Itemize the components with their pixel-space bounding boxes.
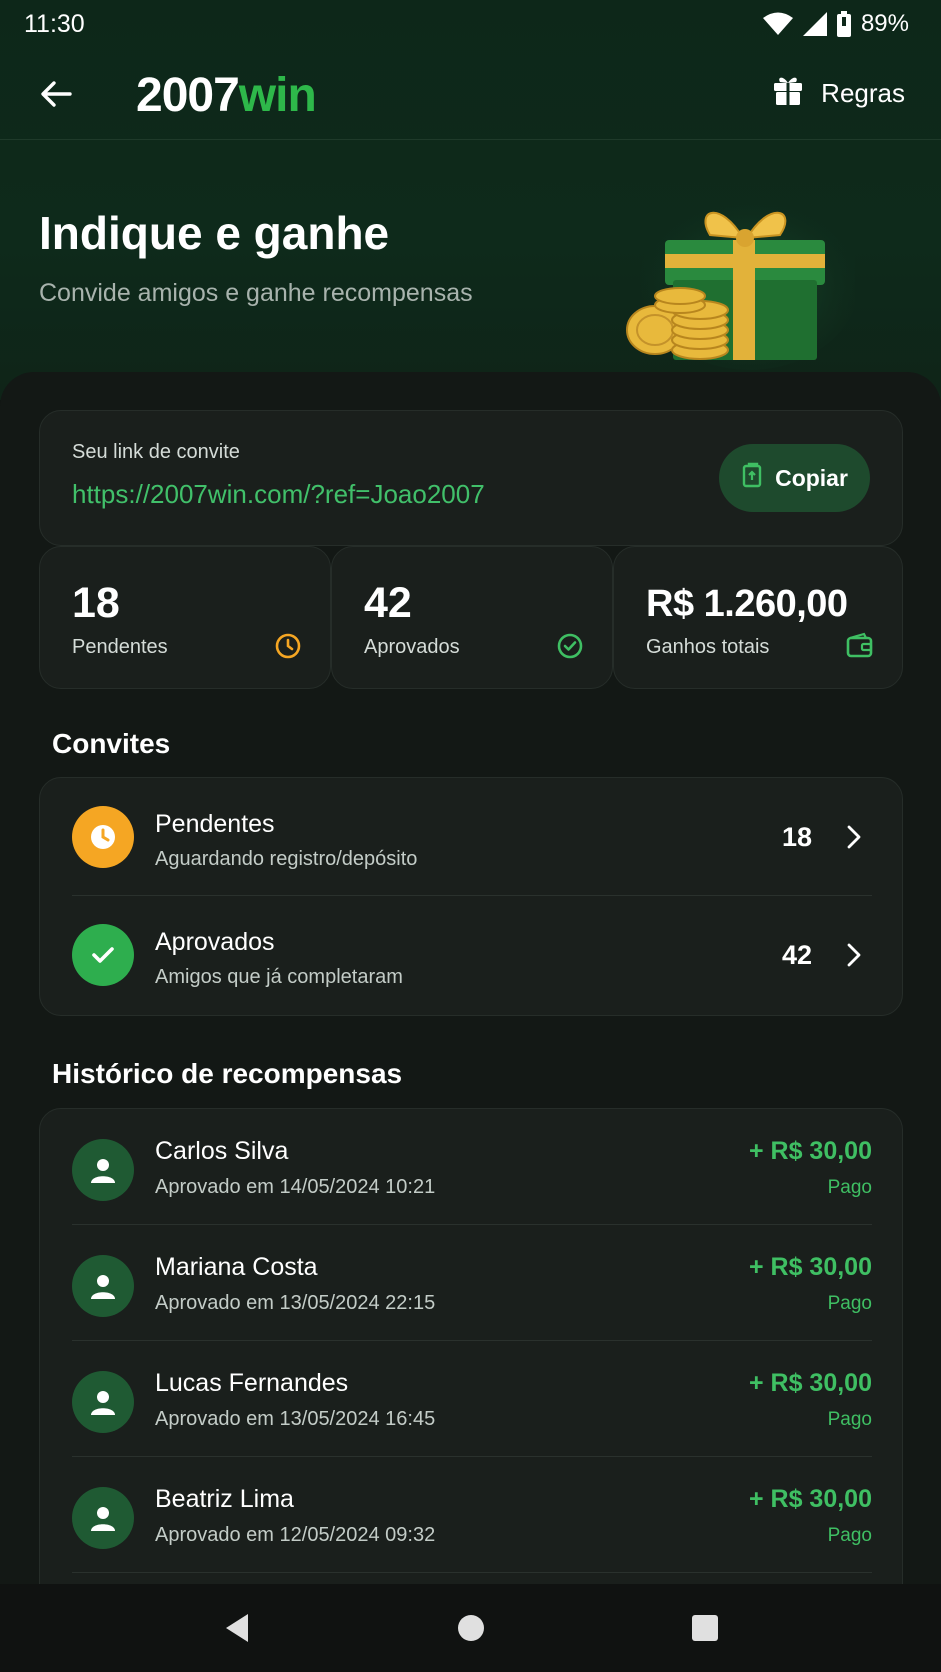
stat-label: Pendentes <box>72 636 168 658</box>
stat-card-approved: 42 Aprovados <box>331 546 613 689</box>
signal-icon <box>802 12 827 36</box>
invites-list: Pendentes Aguardando registro/depósito 1… <box>39 777 903 1016</box>
history-status: Pago <box>827 1177 872 1198</box>
app-logo: 2007win <box>136 69 317 122</box>
history-date: Aprovado em 14/05/2024 10:21 <box>155 1176 436 1198</box>
wifi-icon <box>762 12 793 36</box>
history-name: Mariana Costa <box>155 1253 318 1281</box>
circle-home-icon <box>458 1615 485 1641</box>
invites-row-count: 18 <box>781 822 812 852</box>
nav-recents-button[interactable] <box>691 1614 719 1642</box>
history-row[interactable]: Lucas Fernandes Aprovado em 13/05/2024 1… <box>72 1341 872 1457</box>
copy-button[interactable]: Copiar <box>719 444 870 512</box>
square-recents-icon <box>691 1615 718 1641</box>
history-amount: + R$ 30,00 <box>748 1253 872 1281</box>
history-amount: + R$ 30,00 <box>748 1137 872 1165</box>
history-status: Pago <box>827 1525 872 1546</box>
stat-label: Aprovados <box>364 636 460 658</box>
history-date: Aprovado em 13/05/2024 22:15 <box>155 1292 436 1314</box>
chevron-right-icon <box>847 943 861 967</box>
invites-row-title: Pendentes <box>155 810 275 838</box>
wallet-icon <box>846 632 873 658</box>
check-circle-icon <box>557 633 583 659</box>
back-button[interactable] <box>36 74 76 114</box>
gift-icon <box>773 74 803 113</box>
history-status: Pago <box>827 1409 872 1430</box>
gift-coins-illustration <box>626 190 855 370</box>
history-name: Beatriz Lima <box>155 1485 294 1513</box>
nav-back-button[interactable] <box>222 1612 252 1644</box>
clock-icon <box>275 633 301 659</box>
triangle-back-icon <box>226 1614 249 1642</box>
user-avatar-icon <box>72 1139 134 1201</box>
clock-icon <box>72 806 134 868</box>
battery-percent: 89% <box>860 10 909 37</box>
invites-row-approved[interactable]: Aprovados Amigos que já completaram 42 <box>72 895 872 1013</box>
check-icon <box>72 924 134 986</box>
invite-link-card: Seu link de convite https://2007win.com/… <box>39 410 903 546</box>
history-name: Carlos Silva <box>155 1137 289 1165</box>
history-row[interactable]: Beatriz Lima Aprovado em 12/05/2024 09:3… <box>72 1457 872 1573</box>
nav-home-button[interactable] <box>456 1613 486 1643</box>
page-title: Indique e ganhe <box>39 207 390 259</box>
app-header: 2007win Regras <box>0 48 941 140</box>
rules-label: Regras <box>821 78 905 108</box>
history-section-title: Histórico de recompensas <box>52 1058 403 1089</box>
invites-row-subtitle: Aguardando registro/depósito <box>155 848 418 870</box>
user-avatar-icon <box>72 1371 134 1433</box>
history-row[interactable]: Carlos Silva Aprovado em 14/05/2024 10:2… <box>72 1109 872 1225</box>
stat-label: Ganhos totais <box>646 636 770 658</box>
invite-link-label: Seu link de convite <box>72 441 240 463</box>
rules-button[interactable]: Regras <box>773 74 905 113</box>
battery-icon <box>836 11 851 37</box>
stat-value: R$ 1.260,00 <box>646 583 848 625</box>
history-date: Aprovado em 12/05/2024 09:32 <box>155 1524 436 1546</box>
history-amount: + R$ 30,00 <box>748 1485 872 1513</box>
status-time: 11:30 <box>24 9 85 38</box>
history-date: Aprovado em 13/05/2024 16:45 <box>155 1408 436 1430</box>
invites-row-count: 42 <box>781 940 812 970</box>
copy-icon <box>741 462 765 494</box>
history-name: Lucas Fernandes <box>155 1369 349 1397</box>
invites-row-subtitle: Amigos que já completaram <box>155 966 403 988</box>
page-subtitle: Convide amigos e ganhe recompensas <box>39 279 473 307</box>
chevron-right-icon <box>847 825 861 849</box>
system-nav-bar <box>0 1584 941 1672</box>
invites-row-pending[interactable]: Pendentes Aguardando registro/depósito 1… <box>72 778 872 896</box>
rewards-history-list: Carlos Silva Aprovado em 14/05/2024 10:2… <box>39 1108 903 1628</box>
stat-card-pending: 18 Pendentes <box>39 546 331 689</box>
arrow-left-icon <box>41 81 72 107</box>
copy-label: Copiar <box>775 464 848 491</box>
invite-link[interactable]: https://2007win.com/?ref=Joao2007 <box>72 479 485 510</box>
status-bar: 11:30 89% <box>0 0 941 48</box>
stat-card-earnings: R$ 1.260,00 Ganhos totais <box>613 546 903 689</box>
invites-section-title: Convites <box>52 728 171 759</box>
history-amount: + R$ 30,00 <box>748 1369 872 1397</box>
user-avatar-icon <box>72 1487 134 1549</box>
user-avatar-icon <box>72 1255 134 1317</box>
stat-value: 42 <box>364 579 412 627</box>
history-row[interactable]: Mariana Costa Aprovado em 13/05/2024 22:… <box>72 1225 872 1341</box>
stat-value: 18 <box>72 579 120 627</box>
invites-row-title: Aprovados <box>155 928 275 956</box>
history-status: Pago <box>827 1293 872 1314</box>
